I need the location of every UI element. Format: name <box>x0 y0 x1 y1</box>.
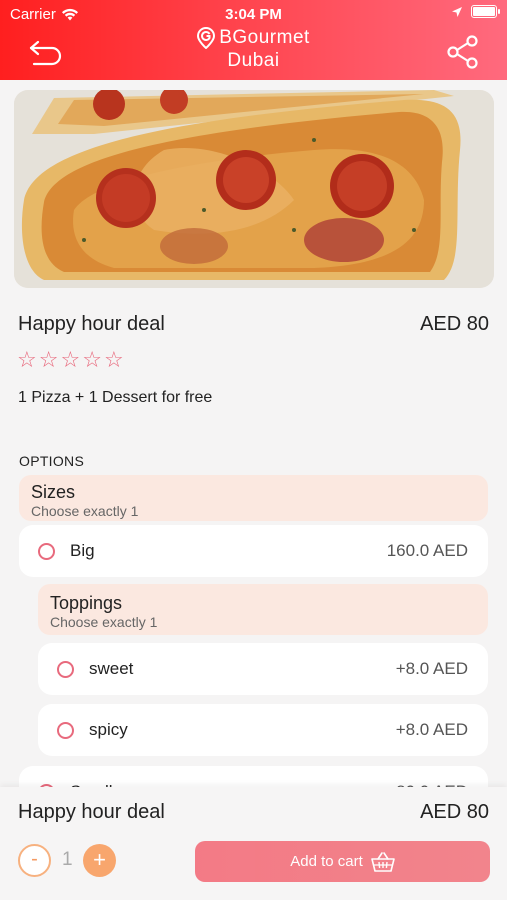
battery-icon <box>471 5 500 18</box>
options-heading: OPTIONS <box>19 453 85 469</box>
footer-item-price: AED 80 <box>420 801 489 823</box>
star-icon[interactable]: ☆ <box>82 347 102 373</box>
pizza-illustration <box>14 90 494 288</box>
status-right <box>451 5 500 18</box>
option-price: +8.0 AED <box>395 659 468 678</box>
star-icon[interactable]: ☆ <box>60 347 80 373</box>
radio-button[interactable] <box>38 542 55 560</box>
radio-button[interactable] <box>57 721 74 739</box>
basket-icon <box>370 851 395 872</box>
item-price: AED 80 <box>420 313 489 335</box>
star-icon[interactable]: ☆ <box>39 347 59 373</box>
brand-pin-logo-icon <box>197 26 216 49</box>
option-price: 160.0 AED <box>386 541 468 560</box>
rating-stars[interactable]: ☆ ☆ ☆ ☆ ☆ <box>17 347 124 373</box>
footer-item-title: Happy hour deal <box>18 801 165 823</box>
status-bar: Carrier 3:04 PM <box>0 3 507 25</box>
option-name: Big <box>70 541 95 560</box>
radio-button[interactable] <box>57 660 74 678</box>
group-requirement: Choose exactly 1 <box>31 503 139 519</box>
star-icon[interactable]: ☆ <box>17 347 37 373</box>
quantity-value: 1 <box>62 849 73 870</box>
city-name: Dubai <box>227 50 280 71</box>
star-icon[interactable]: ☆ <box>104 347 124 373</box>
pizza-image <box>14 90 494 288</box>
group-name: Toppings <box>50 593 123 613</box>
quantity-increase-button[interactable]: + <box>83 844 116 877</box>
add-to-cart-label: Add to cart <box>290 853 363 870</box>
option-name: spicy <box>89 720 128 739</box>
group-name: Sizes <box>31 482 76 502</box>
brand-name: BGourmet <box>219 27 310 48</box>
cart-footer: Happy hour deal AED 80 - 1 + Add to cart <box>0 787 507 900</box>
option-big[interactable]: Big 160.0 AED <box>19 525 488 577</box>
option-price: +8.0 AED <box>395 720 468 739</box>
option-group-sizes: Sizes Choose exactly 1 <box>19 475 488 521</box>
option-spicy[interactable]: spicy +8.0 AED <box>38 704 488 756</box>
status-time: 3:04 PM <box>225 6 282 23</box>
group-requirement: Choose exactly 1 <box>50 614 158 630</box>
share-icon[interactable] <box>445 34 481 70</box>
item-title: Happy hour deal <box>18 313 165 335</box>
option-group-toppings: Toppings Choose exactly 1 <box>38 584 488 635</box>
option-name: sweet <box>89 659 134 678</box>
location-arrow-icon <box>452 6 462 17</box>
option-sweet[interactable]: sweet +8.0 AED <box>38 643 488 695</box>
item-description: 1 Pizza + 1 Dessert for free <box>18 389 213 406</box>
add-to-cart-button[interactable]: Add to cart <box>195 841 490 882</box>
app-header: Carrier 3:04 PM BGourmet Dubai <box>0 0 507 80</box>
brand-block: BGourmet Dubai <box>0 26 507 72</box>
quantity-decrease-button[interactable]: - <box>18 844 51 877</box>
